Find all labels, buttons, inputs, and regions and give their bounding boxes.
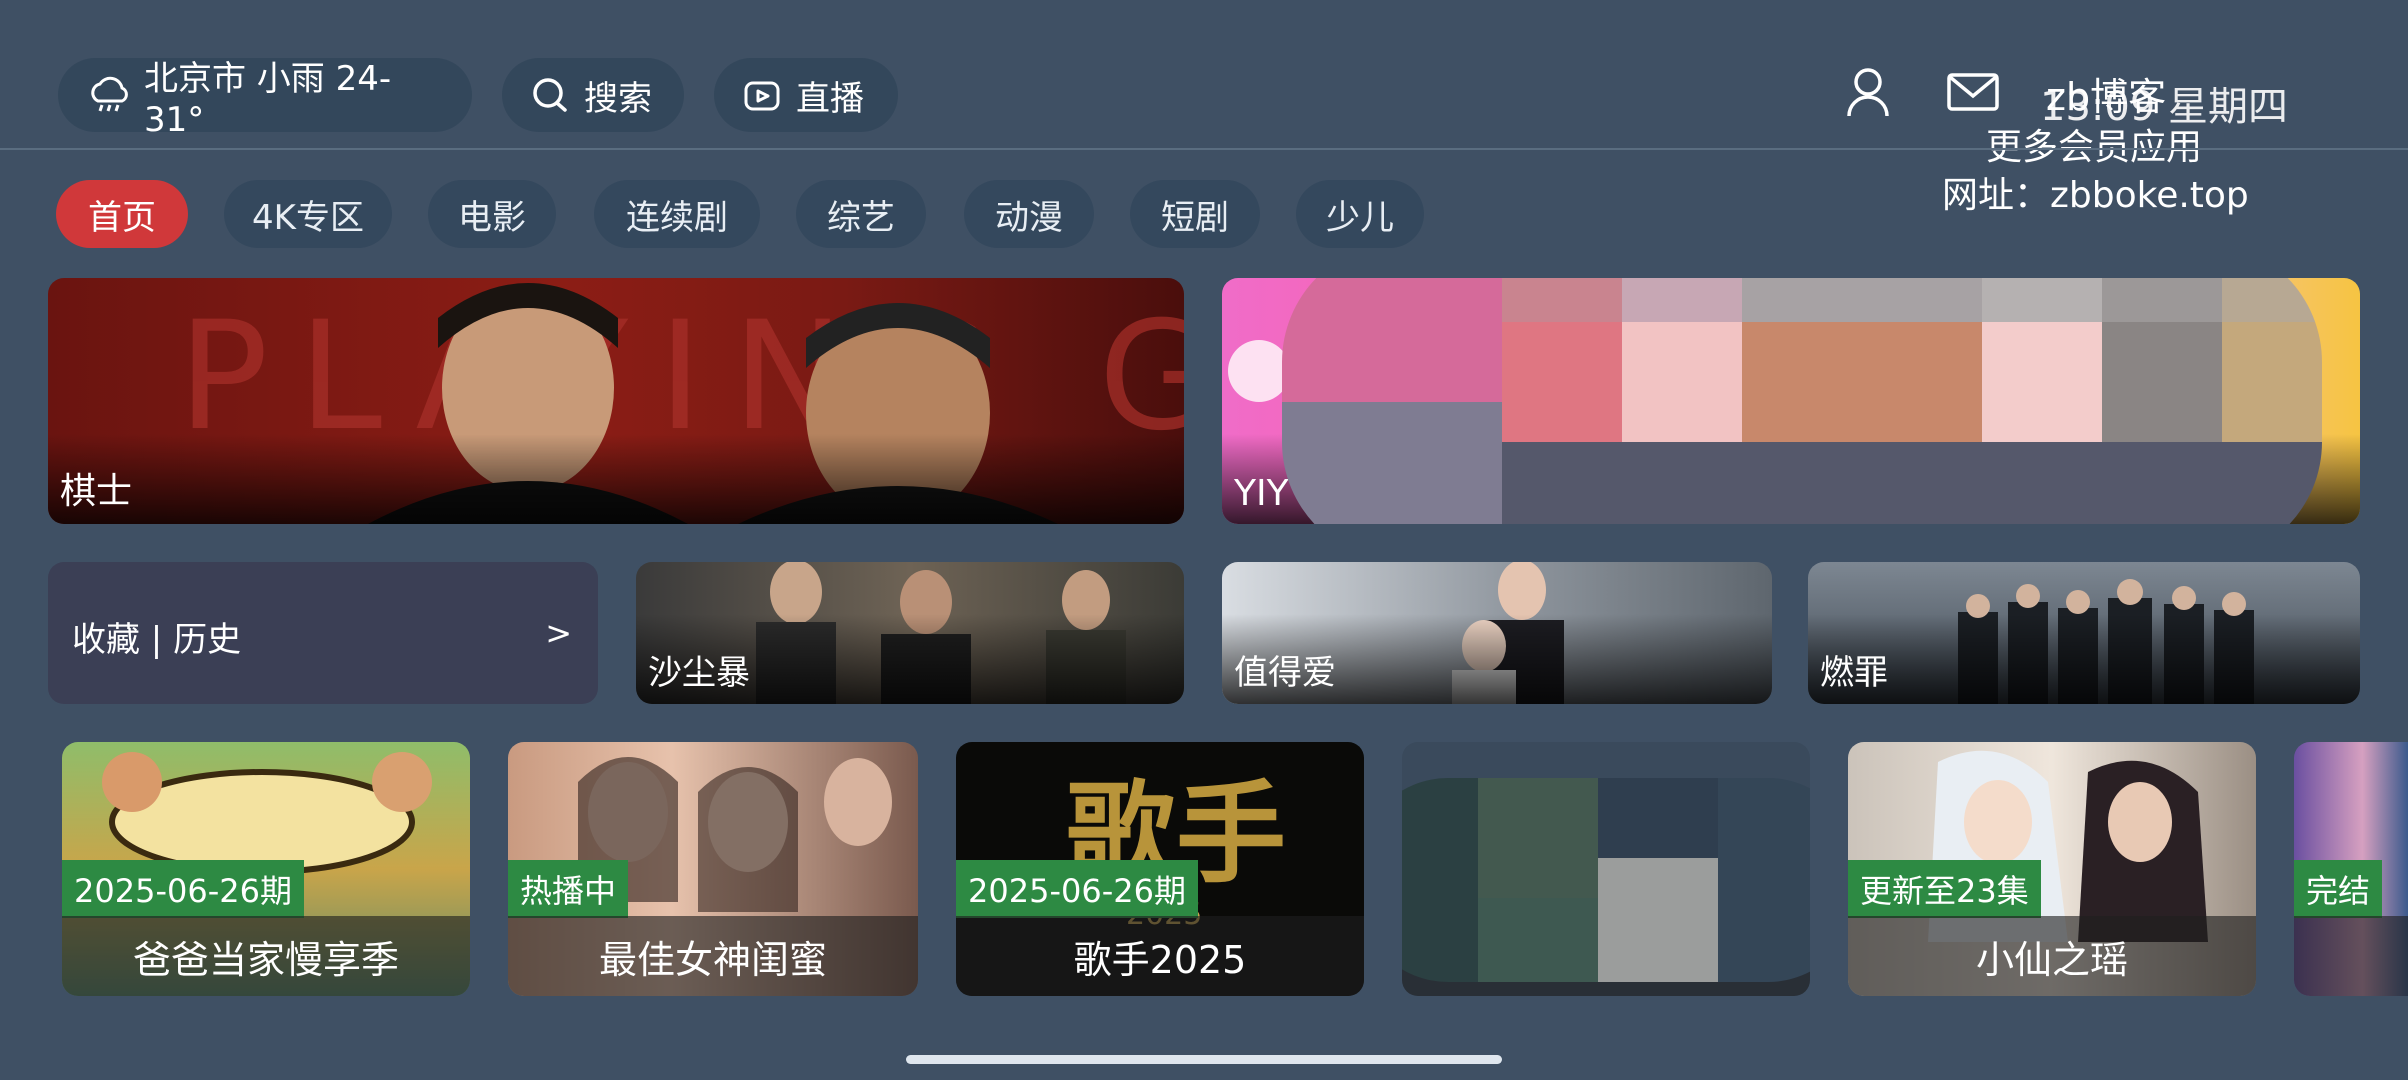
watermark-line-1: 更多会员应用	[1986, 127, 2203, 168]
poster-card[interactable]: …住来来等…	[1402, 742, 1810, 996]
poster-title: 小仙之瑶	[1848, 916, 2256, 996]
poster-card[interactable]: 完结	[2294, 742, 2408, 996]
weather-widget[interactable]: 北京市 小雨 24-31°	[58, 58, 472, 140]
banner-title: 棋士	[60, 471, 133, 512]
search-label: 搜索	[584, 78, 652, 119]
poster-title: 最佳女神闺蜜	[508, 916, 918, 996]
poster-badge: 完结	[2294, 860, 2383, 918]
poster-card[interactable]: 热播中 最佳女神闺蜜	[508, 742, 918, 996]
poster-badge: 热播中	[508, 860, 629, 918]
pixelated-overlay	[1402, 778, 1810, 982]
search-button[interactable]: 搜索	[502, 58, 684, 132]
poster-title: 歌手2025	[956, 916, 1364, 996]
rain-cloud-icon	[91, 76, 128, 112]
live-button[interactable]: 直播	[714, 58, 898, 132]
live-label: 直播	[796, 78, 864, 119]
chevron-right-icon: >	[545, 614, 572, 652]
poster-title	[2294, 916, 2408, 996]
poster-card[interactable]: 歌手 2025 2025-06-26期 歌手2025	[956, 742, 1364, 996]
tab-4k-zone[interactable]: 4K专区	[224, 180, 392, 248]
tile-caption-bg	[1808, 614, 2360, 704]
banner-white-circle	[1228, 340, 1290, 402]
tab-home[interactable]: 首页	[56, 180, 188, 248]
mail-icon[interactable]	[1946, 72, 2000, 112]
pixelated-overlay	[1282, 278, 2322, 524]
live-tv-icon	[744, 81, 780, 111]
poster-title: 爸爸当家慢享季	[62, 916, 470, 996]
banner-yiy[interactable]: YIY	[1222, 278, 2360, 524]
tab-variety[interactable]: 综艺	[796, 180, 926, 248]
banner-title: YIY	[1234, 473, 1289, 514]
watermark-line-2: 网址：zbboke.top	[1942, 175, 2249, 216]
header-divider	[0, 148, 2408, 150]
tile-title: 燃罪	[1820, 653, 1888, 693]
poster-card[interactable]: 2025-06-26期 爸爸当家慢享季	[62, 742, 470, 996]
tab-short-drama[interactable]: 短剧	[1130, 180, 1260, 248]
tile-ranzui[interactable]: 燃罪	[1808, 562, 2360, 704]
banner-qishi[interactable]: PLAYING GO 棋士	[48, 278, 1184, 524]
tab-kids[interactable]: 少儿	[1296, 180, 1424, 248]
tab-movies[interactable]: 电影	[428, 180, 556, 248]
tile-title: 沙尘暴	[648, 653, 750, 693]
user-icon[interactable]	[1846, 66, 1890, 120]
poster-badge: 2025-06-26期	[956, 860, 1198, 918]
banner-caption-bg	[48, 434, 1184, 524]
tile-shachenbao[interactable]: 沙尘暴	[636, 562, 1184, 704]
home-indicator[interactable]	[906, 1055, 1502, 1064]
poster-card[interactable]: 更新至23集 小仙之瑶	[1848, 742, 2256, 996]
tile-zhideai[interactable]: 值得爱	[1222, 562, 1772, 704]
tab-anime[interactable]: 动漫	[964, 180, 1094, 248]
tile-title: 值得爱	[1234, 653, 1336, 693]
search-icon	[533, 78, 567, 112]
weather-label: 北京市 小雨 24-31°	[144, 58, 392, 140]
favorites-history-card[interactable]: 收藏 | 历史 >	[48, 562, 598, 704]
poster-badge: 更新至23集	[1848, 860, 2041, 918]
watermark-name: zb博客	[2046, 75, 2167, 119]
tab-series[interactable]: 连续剧	[594, 180, 760, 248]
favorites-history-label: 收藏 | 历史	[72, 620, 242, 660]
poster-badge: 2025-06-26期	[62, 860, 304, 918]
